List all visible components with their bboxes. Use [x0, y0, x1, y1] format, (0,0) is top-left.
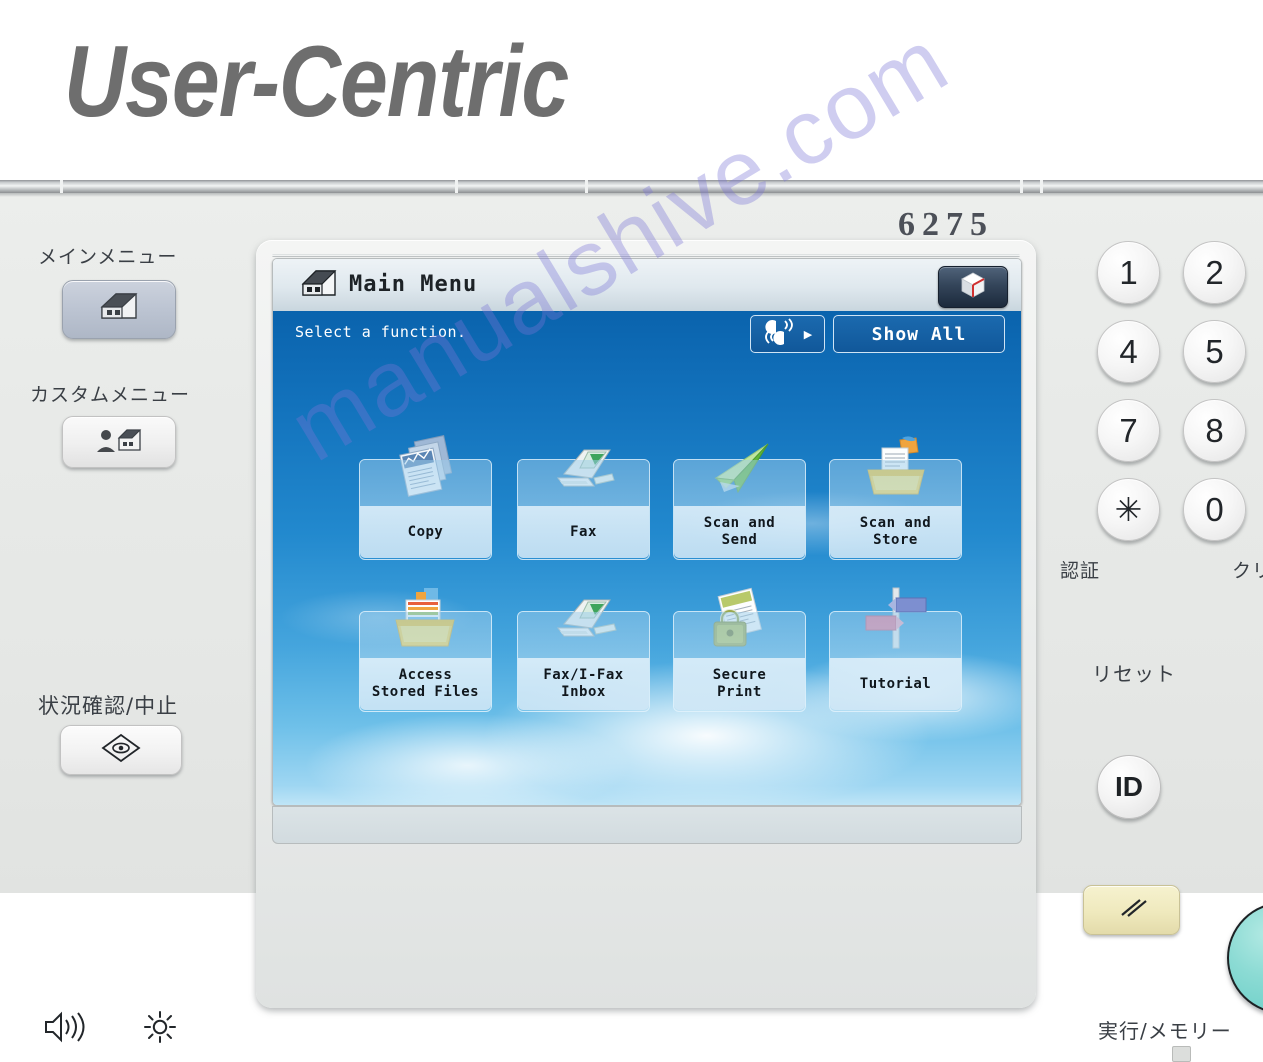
keypad-key-asterisk[interactable]: ✳	[1097, 478, 1160, 541]
main-menu-label: メインメニュー	[38, 246, 178, 268]
keypad-key-2[interactable]: 2	[1183, 241, 1246, 304]
tile-secure-print[interactable]: Secure Print	[673, 587, 806, 712]
tile-label: Fax	[570, 523, 597, 540]
tile-label: Access Stored Files	[371, 667, 480, 700]
brightness-sun-icon	[142, 1010, 178, 1049]
custom-menu-label: カスタムメニュー	[30, 384, 191, 406]
tile-scan-and-send[interactable]: Scan and Send	[673, 443, 806, 560]
screen-titlebar: Main Menu	[273, 259, 1021, 312]
custom-menu-button[interactable]	[62, 416, 176, 468]
start-button[interactable]	[1227, 902, 1263, 1014]
panel-top-shadow	[0, 193, 1263, 197]
exec-memory-label: 実行/メモリー	[1098, 1019, 1232, 1043]
page-title: User-Centric	[64, 25, 569, 139]
person-house-icon	[95, 425, 143, 460]
function-tile-grid: Copy Fax Scan and Send Scan and Store Ac…	[273, 311, 1021, 805]
bezel-chrome-highlight	[272, 254, 1020, 257]
screen-title: Main Menu	[349, 272, 478, 297]
printer-control-panel: 6275 メインメニュー カスタムメニュー 状況確認/中止 Main Menu …	[0, 180, 1263, 1062]
tile-label: Scan and Send	[703, 515, 776, 548]
tile-scan-and-store[interactable]: Scan and Store	[829, 436, 962, 560]
tile-label: Tutorial	[859, 675, 932, 692]
keypad-key-5[interactable]: 5	[1183, 320, 1246, 383]
clear-label: クリ	[1232, 560, 1263, 582]
keypad-key-7[interactable]: 7	[1097, 399, 1160, 462]
3d-cube-icon	[958, 270, 988, 305]
keypad-key-8[interactable]: 8	[1183, 399, 1246, 462]
double-slash-icon	[1112, 895, 1152, 926]
page-header: User-Centric	[0, 0, 1263, 180]
house-icon	[301, 269, 339, 306]
touchscreen-display[interactable]: Main Menu Select a function. ▶ Show All …	[272, 258, 1022, 806]
status-check-button[interactable]	[60, 725, 182, 775]
screen-body: Select a function. ▶ Show All Copy Fax S…	[273, 311, 1021, 805]
model-number: 6275	[898, 206, 994, 243]
tile-access-stored-files[interactable]: Access Stored Files	[359, 588, 492, 712]
tile-copy[interactable]: Copy	[359, 435, 492, 560]
tile-label: Copy	[407, 523, 444, 540]
house-icon	[99, 291, 139, 328]
main-menu-button[interactable]	[62, 280, 176, 339]
diamond-eye-icon	[100, 732, 142, 769]
tile-fax-ifax-inbox[interactable]: Fax/I-Fax Inbox	[517, 599, 650, 712]
panel-top-chrome-strip	[0, 180, 1263, 193]
tile-label: Fax/I-Fax Inbox	[543, 667, 624, 700]
auth-label: 認証	[1060, 560, 1101, 582]
status-check-label: 状況確認/中止	[38, 694, 179, 718]
keypad-key-0[interactable]: 0	[1183, 478, 1246, 541]
3d-cube-button[interactable]	[938, 266, 1008, 308]
tile-fax[interactable]: Fax	[517, 449, 650, 560]
keypad-key-4[interactable]: 4	[1097, 320, 1160, 383]
reset-label: リセット	[1092, 662, 1176, 686]
tile-label: Secure Print	[712, 667, 767, 700]
exec-memory-indicator	[1172, 1046, 1191, 1062]
screen-lower-pad	[272, 806, 1022, 844]
id-key-button[interactable]: ID	[1097, 755, 1161, 819]
tile-label: Scan and Store	[859, 515, 932, 548]
keypad-key-1[interactable]: 1	[1097, 241, 1160, 304]
speaker-volume-icon	[42, 1010, 86, 1049]
tile-tutorial[interactable]: Tutorial	[829, 587, 962, 712]
